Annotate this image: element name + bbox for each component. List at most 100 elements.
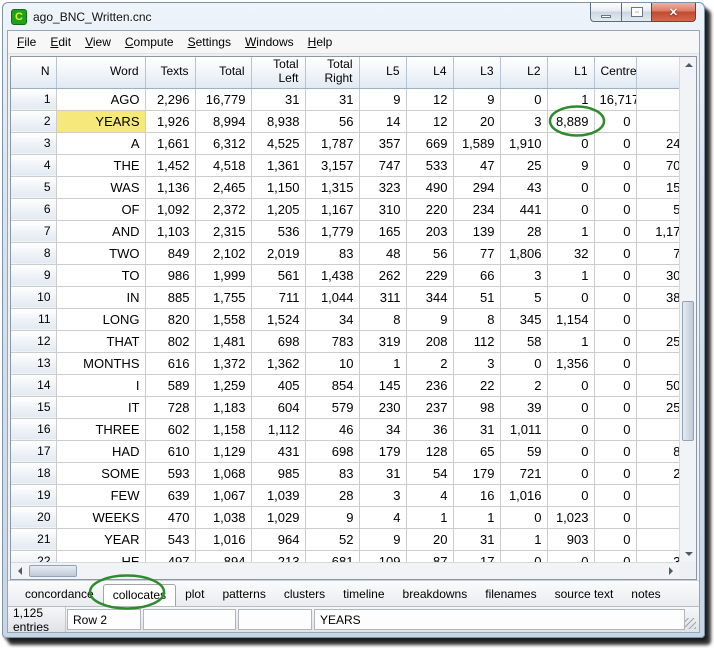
value-cell[interactable]: 1,029	[251, 506, 305, 528]
value-cell[interactable]: 109	[359, 550, 406, 562]
row-number[interactable]: 1	[11, 88, 56, 110]
value-cell[interactable]: 6,312	[195, 132, 251, 154]
value-cell[interactable]: 50	[636, 374, 679, 396]
value-cell[interactable]: 9	[406, 308, 453, 330]
value-cell[interactable]: 1,806	[500, 242, 547, 264]
value-cell[interactable]: 31	[305, 88, 359, 110]
value-cell[interactable]: 16,717	[594, 88, 636, 110]
row-number[interactable]: 18	[11, 462, 56, 484]
value-cell[interactable]: 0	[594, 242, 636, 264]
row-number[interactable]: 22	[11, 550, 56, 562]
value-cell[interactable]: 1,481	[195, 330, 251, 352]
value-cell[interactable]: 602	[145, 418, 195, 440]
value-cell[interactable]: 34	[359, 418, 406, 440]
value-cell[interactable]: 0	[594, 132, 636, 154]
value-cell[interactable]: 5	[500, 286, 547, 308]
value-cell[interactable]: 1	[547, 330, 594, 352]
row-number[interactable]: 14	[11, 374, 56, 396]
value-cell[interactable]: 1,044	[305, 286, 359, 308]
value-cell[interactable]: 139	[453, 220, 500, 242]
column-header-n[interactable]: N	[11, 57, 56, 88]
value-cell[interactable]: 849	[145, 242, 195, 264]
word-cell[interactable]: HE	[56, 550, 145, 562]
value-cell[interactable]: 964	[251, 528, 305, 550]
value-cell[interactable]	[636, 506, 679, 528]
value-cell[interactable]: 12	[406, 88, 453, 110]
row-number[interactable]: 17	[11, 440, 56, 462]
value-cell[interactable]: 441	[500, 198, 547, 220]
value-cell[interactable]: 237	[406, 396, 453, 418]
column-header-centre[interactable]: Centre	[594, 57, 636, 88]
value-cell[interactable]	[636, 308, 679, 330]
value-cell[interactable]: 1,068	[195, 462, 251, 484]
value-cell[interactable]: 536	[251, 220, 305, 242]
word-cell[interactable]: THE	[56, 154, 145, 176]
value-cell[interactable]: 820	[145, 308, 195, 330]
tab-patterns[interactable]: patterns	[213, 583, 274, 605]
value-cell[interactable]: 9	[305, 506, 359, 528]
value-cell[interactable]: 802	[145, 330, 195, 352]
row-number[interactable]: 6	[11, 198, 56, 220]
value-cell[interactable]: 1,259	[195, 374, 251, 396]
row-number[interactable]: 11	[11, 308, 56, 330]
value-cell[interactable]: 1,038	[195, 506, 251, 528]
scroll-right-button[interactable]	[662, 563, 679, 579]
value-cell[interactable]: 681	[305, 550, 359, 562]
maximize-button[interactable]	[621, 3, 651, 22]
value-cell[interactable]: 639	[145, 484, 195, 506]
value-cell[interactable]: 1,067	[195, 484, 251, 506]
tab-notes[interactable]: notes	[622, 583, 669, 605]
value-cell[interactable]: 229	[406, 264, 453, 286]
value-cell[interactable]: 8	[453, 308, 500, 330]
value-cell[interactable]: 38	[636, 286, 679, 308]
value-cell[interactable]: 1,154	[547, 308, 594, 330]
value-cell[interactable]: 0	[594, 330, 636, 352]
column-header-l3[interactable]: L3	[453, 57, 500, 88]
value-cell[interactable]: 1,136	[145, 176, 195, 198]
value-cell[interactable]: 0	[594, 484, 636, 506]
value-cell[interactable]: 14	[359, 110, 406, 132]
value-cell[interactable]: 1,17	[636, 220, 679, 242]
scroll-down-button[interactable]	[680, 546, 697, 562]
value-cell[interactable]: 783	[305, 330, 359, 352]
word-cell[interactable]: I	[56, 374, 145, 396]
value-cell[interactable]	[636, 528, 679, 550]
value-cell[interactable]: 589	[145, 374, 195, 396]
column-header-l4[interactable]: L4	[406, 57, 453, 88]
word-cell[interactable]: OF	[56, 198, 145, 220]
row-number[interactable]: 8	[11, 242, 56, 264]
value-cell[interactable]: 3	[636, 550, 679, 562]
value-cell[interactable]: 1,103	[145, 220, 195, 242]
value-cell[interactable]: 9	[453, 88, 500, 110]
value-cell[interactable]: 5	[636, 198, 679, 220]
value-cell[interactable]: 8	[359, 308, 406, 330]
value-cell[interactable]: 179	[359, 440, 406, 462]
value-cell[interactable]	[636, 88, 679, 110]
value-cell[interactable]: 8,938	[251, 110, 305, 132]
value-cell[interactable]: 711	[251, 286, 305, 308]
value-cell[interactable]: 46	[305, 418, 359, 440]
value-cell[interactable]: 128	[406, 440, 453, 462]
value-cell[interactable]: 604	[251, 396, 305, 418]
word-cell[interactable]: A	[56, 132, 145, 154]
value-cell[interactable]: 294	[453, 176, 500, 198]
value-cell[interactable]: 3	[359, 484, 406, 506]
value-cell[interactable]: 985	[251, 462, 305, 484]
value-cell[interactable]: 8,889	[547, 110, 594, 132]
value-cell[interactable]: 894	[195, 550, 251, 562]
column-header-word[interactable]: Word	[56, 57, 145, 88]
menu-help[interactable]: Help	[301, 32, 340, 52]
value-cell[interactable]: 47	[453, 154, 500, 176]
horizontal-scrollbar-thumb[interactable]	[29, 565, 77, 577]
minimize-button[interactable]	[590, 3, 621, 22]
value-cell[interactable]: 1	[453, 506, 500, 528]
column-header-texts[interactable]: Texts	[145, 57, 195, 88]
word-cell[interactable]: YEARS	[56, 110, 145, 132]
value-cell[interactable]: 20	[406, 528, 453, 550]
value-cell[interactable]: 165	[359, 220, 406, 242]
value-cell[interactable]: 854	[305, 374, 359, 396]
column-header-total-left[interactable]: Total Left	[251, 57, 305, 88]
value-cell[interactable]: 10	[305, 352, 359, 374]
value-cell[interactable]: 1,787	[305, 132, 359, 154]
value-cell[interactable]: 345	[500, 308, 547, 330]
